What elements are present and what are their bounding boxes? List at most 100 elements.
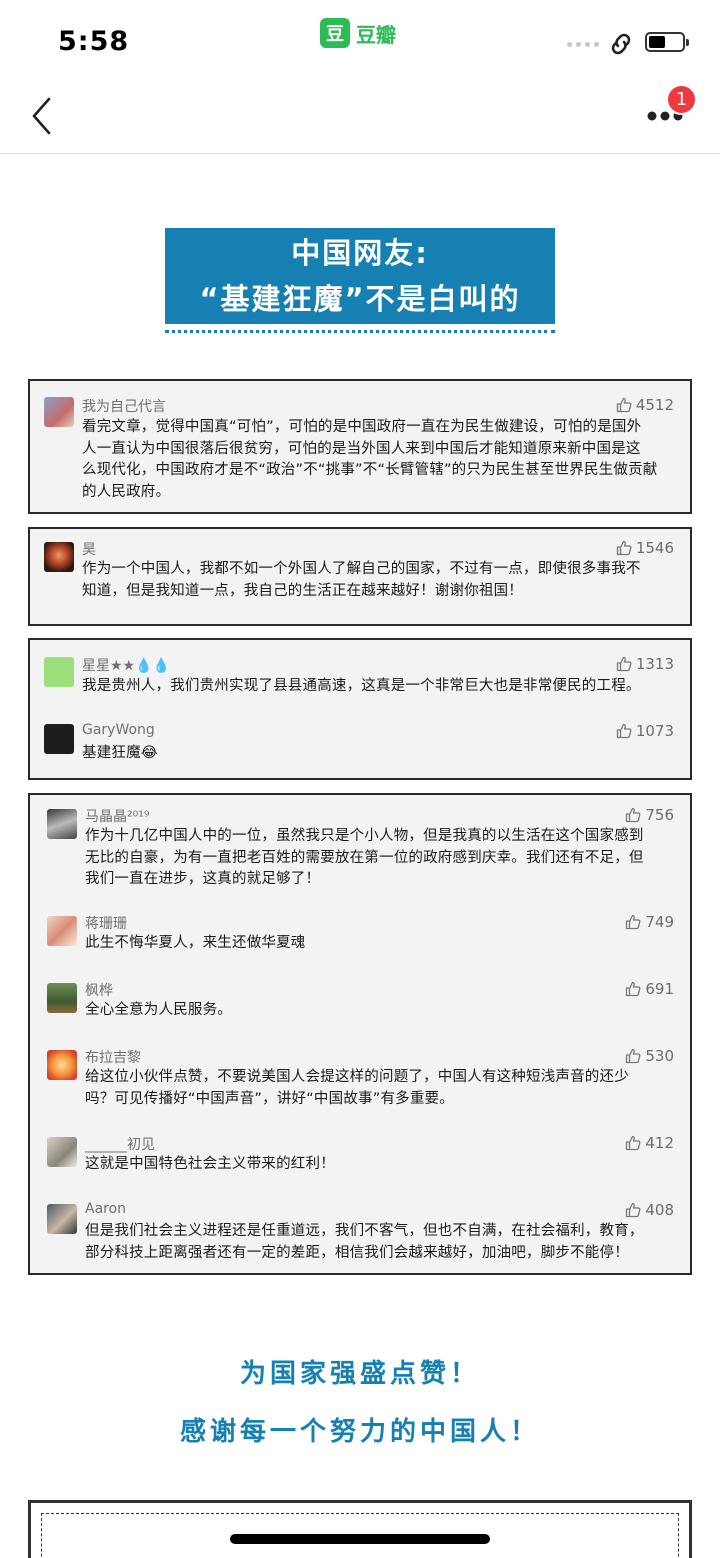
link-icon — [611, 33, 631, 55]
thumbs-up-icon — [616, 723, 632, 739]
comment-username[interactable]: 布拉吉黎 — [85, 1047, 141, 1067]
slogan-line-1: 为国家强盛点赞！ — [239, 1359, 480, 1389]
like-count-value: 412 — [645, 1134, 674, 1152]
thumbs-up-icon — [626, 807, 641, 823]
comment-box: 星星★★💧💧 1313 我是贵州人，我们贵州实现了县县通高速，这真是一个非常巨大… — [28, 638, 692, 780]
like-count[interactable]: 1313 — [616, 655, 674, 673]
comment-line: 作为一个中国人，我都不如一个外国人了解自己的国家，不过有一点，即使很多事我不 — [82, 561, 641, 577]
comment-line: 么现代化，中国政府才是不“政治”不“挑事”不“长臂管辖”的只为民生甚至世界民生做… — [82, 462, 658, 478]
comment-username[interactable]: 枫桦 — [85, 980, 113, 1000]
title-dotted-divider — [165, 330, 555, 333]
user-avatar[interactable] — [47, 1050, 77, 1080]
nav-bar: 1 — [0, 80, 720, 154]
like-count[interactable]: 749 — [625, 913, 674, 931]
comment-line: 给这位小伙伴点赞，不要说美国人会提这样的问题了，中国人有这种短浅声音的还少 — [85, 1069, 629, 1085]
title-line-1: 中国网友: — [291, 236, 429, 270]
comment-username[interactable]: GaryWong — [82, 722, 155, 738]
comment-line: 这就是中国特色社会主义带来的红利！ — [85, 1156, 335, 1172]
like-count[interactable]: 1073 — [616, 722, 674, 740]
like-count-value: 408 — [645, 1201, 674, 1219]
user-avatar[interactable] — [44, 397, 74, 427]
comment-line: 无比的自豪，为有一直把老百姓的需要放在第一位的政府感到庆幸。我们还有不足，但 — [85, 849, 644, 866]
douban-app-icon: 豆 — [320, 18, 350, 48]
comment-text: 全心全意为人民服务。 — [85, 1000, 685, 1022]
comment-line: 全心全意为人民服务。 — [85, 1002, 232, 1018]
comment-line: 我们一直在进步，这真的就足够了！ — [85, 871, 321, 887]
like-count-value: 756 — [645, 806, 674, 824]
comment-username[interactable]: 星星★★💧💧 — [82, 655, 170, 675]
comment-text: 基建狂魔😂 — [82, 743, 682, 765]
user-avatar[interactable] — [44, 657, 74, 687]
thumbs-up-icon — [616, 397, 632, 413]
comment-username[interactable]: ______初见 — [85, 1134, 155, 1154]
comment-text: 作为十几亿中国人中的一位，虽然我只是个小人物，但是我真的以生活在这个国家感到 无… — [85, 826, 685, 891]
like-count-value: 530 — [645, 1047, 674, 1065]
comment-line: 部分科技上距离强者还有一定的差距，相信我们会越来越好，加油吧，脚步不能停！ — [85, 1244, 629, 1261]
comment-text: 此生不悔华夏人，来生还做华夏魂 — [85, 933, 685, 955]
like-count[interactable]: 691 — [625, 980, 674, 998]
like-count-value: 1313 — [635, 655, 674, 673]
comment-username[interactable]: 我为自己代言 — [82, 396, 166, 416]
comment-text: 作为一个中国人，我都不如一个外国人了解自己的国家，不过有一点，即使很多事我不 知… — [82, 559, 682, 602]
user-avatar[interactable] — [44, 542, 74, 572]
like-count[interactable]: 408 — [625, 1201, 674, 1219]
article-title-banner: 中国网友: “基建狂魔”不是白叫的 — [165, 228, 555, 324]
like-count-value: 1073 — [635, 722, 674, 740]
comment-line: 知道，但是我知道一点，我自己的生活正在越来越好！谢谢你祖国！ — [82, 582, 523, 599]
title-line-2: “基建狂魔”不是白叫的 — [199, 282, 521, 316]
like-count[interactable]: 1546 — [616, 539, 674, 557]
comment-username[interactable]: Aaron — [85, 1201, 126, 1217]
user-avatar[interactable] — [47, 809, 77, 839]
comment-text: 看完文章，觉得中国真“可怕”，可怕的是中国政府一直在为民生做建设，可怕的是国外 … — [82, 417, 682, 503]
like-count[interactable]: 756 — [625, 806, 674, 824]
user-avatar[interactable] — [44, 724, 74, 754]
chevron-left-icon[interactable] — [30, 96, 54, 136]
comment-line: 吗？可见传播好“中国声音”，讲好“中国故事”有多重要。 — [85, 1090, 454, 1107]
like-count[interactable]: 412 — [625, 1134, 674, 1152]
comment-line: 但是我们社会主义进程还是任重道远，我们不客气，但也不自满，在社会福利，教育， — [85, 1223, 644, 1239]
comment-username[interactable]: 马晶晶²⁰¹⁹ — [85, 806, 149, 826]
signal-icon — [567, 42, 599, 47]
home-indicator[interactable] — [230, 1534, 490, 1544]
comment-text: 我是贵州人，我们贵州实现了县县通高速，这真是一个非常巨大也是非常便民的工程。 — [82, 676, 682, 698]
thumbs-up-icon — [616, 656, 632, 672]
comment-line: 基建狂魔😂 — [82, 745, 158, 761]
user-avatar[interactable] — [47, 1204, 77, 1234]
like-count[interactable]: 4512 — [616, 396, 674, 414]
app-name: 豆瓣 — [356, 22, 396, 47]
battery-icon — [645, 32, 689, 52]
thumbs-up-icon — [616, 540, 632, 556]
app-indicator: 豆 豆瓣 — [320, 18, 396, 48]
comment-line: 看完文章，觉得中国真“可怕”，可怕的是中国政府一直在为民生做建设，可怕的是国外 — [82, 419, 642, 435]
thumbs-up-icon — [626, 914, 641, 930]
user-avatar[interactable] — [47, 983, 77, 1013]
like-count-value: 4512 — [635, 396, 674, 414]
thumbs-up-icon — [626, 1202, 641, 1218]
user-avatar[interactable] — [47, 1137, 77, 1167]
comment-box: 昊 1546 作为一个中国人，我都不如一个外国人了解自己的国家，不过有一点，即使… — [28, 527, 692, 626]
comment-line: 我是贵州人，我们贵州实现了县县通高速，这真是一个非常巨大也是非常便民的工程。 — [82, 678, 641, 694]
comment-line: 作为十几亿中国人中的一位，虽然我只是个小人物，但是我真的以生活在这个国家感到 — [85, 828, 644, 844]
comment-text: 给这位小伙伴点赞，不要说美国人会提这样的问题了，中国人有这种短浅声音的还少 吗？… — [85, 1067, 685, 1110]
status-bar: 5:58 豆 豆瓣 — [0, 0, 720, 80]
comment-text: 这就是中国特色社会主义带来的红利！ — [85, 1154, 685, 1176]
comment-text: 但是我们社会主义进程还是任重道远，我们不客气，但也不自满，在社会福利，教育， 部… — [85, 1221, 685, 1264]
comment-box: 我为自己代言 4512 看完文章，觉得中国真“可怕”，可怕的是中国政府一直在为民… — [28, 379, 692, 514]
thumbs-up-icon — [626, 1135, 641, 1151]
comment-username[interactable]: 蒋珊珊 — [85, 913, 127, 933]
thumbs-up-icon — [626, 1048, 641, 1064]
comment-username[interactable]: 昊 — [82, 539, 96, 559]
like-count-value: 1546 — [635, 539, 674, 557]
comment-line: 的人民政府。 — [82, 483, 171, 500]
status-time: 5:58 — [58, 26, 130, 57]
bottom-decorative-frame — [28, 1500, 692, 1558]
comment-line: 人一直认为中国很落后很贫穷，可怕的是当外国人来到中国后才能知道原来新中国是这 — [82, 440, 641, 457]
like-count-value: 749 — [645, 913, 674, 931]
thumbs-up-icon — [626, 981, 641, 997]
user-avatar[interactable] — [47, 916, 77, 946]
like-count[interactable]: 530 — [625, 1047, 674, 1065]
like-count-value: 691 — [645, 980, 674, 998]
comment-box: 马晶晶²⁰¹⁹ 756 作为十几亿中国人中的一位，虽然我只是个小人物，但是我真的… — [28, 793, 692, 1275]
notification-badge: 1 — [666, 84, 697, 115]
slogan-line-2: 感谢每一个努力的中国人！ — [179, 1417, 540, 1447]
